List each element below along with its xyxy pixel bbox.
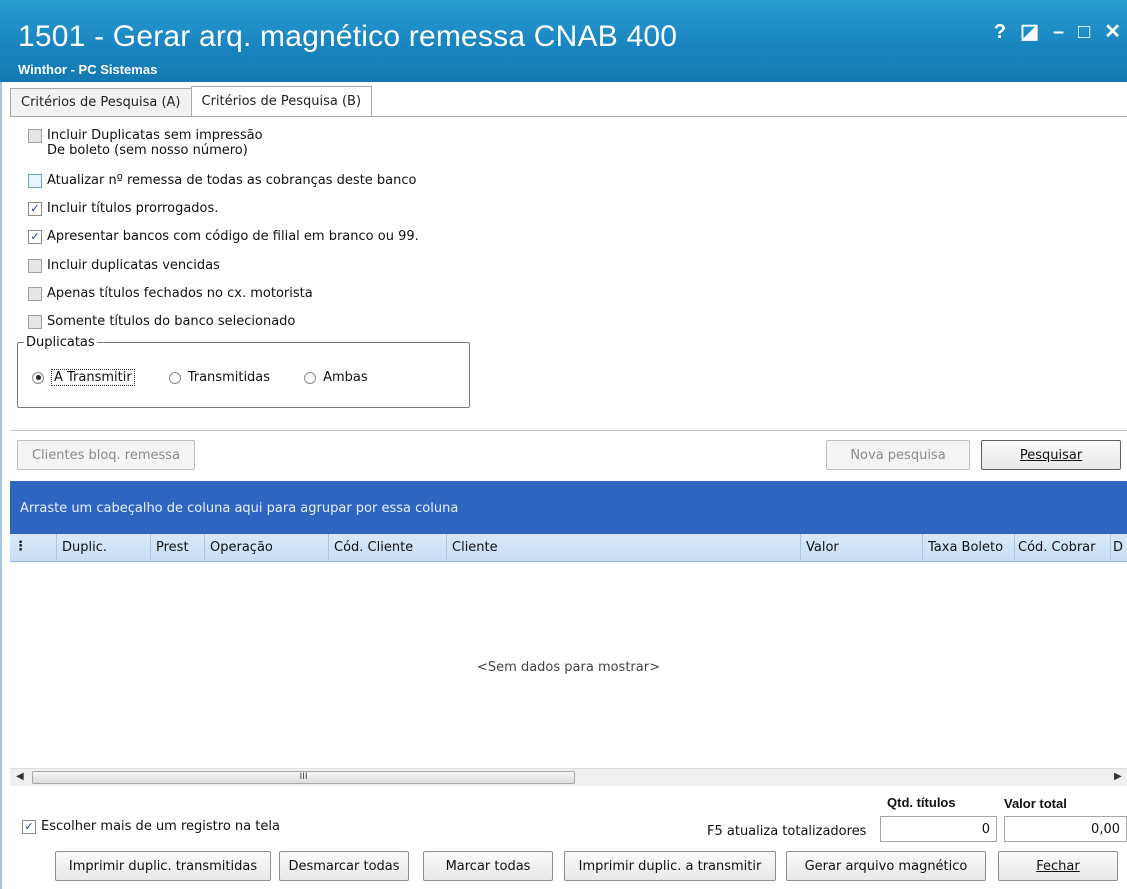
option-fechados-motorista[interactable]: Apenas títulos fechados no cx. motorista (28, 286, 313, 301)
radio-selected[interactable] (32, 371, 44, 384)
column-header-cod-cobrar[interactable]: Cód. Cobrar (1018, 540, 1096, 555)
gerar-arquivo-button[interactable]: Gerar arquivo magnético (786, 851, 986, 881)
fechar-button[interactable]: Fechar (998, 851, 1118, 881)
tab-strip: Critérios de Pesquisa (A) Critérios de P… (10, 86, 373, 116)
section-divider (10, 430, 1127, 431)
imprimir-transmitidas-button[interactable]: Imprimir duplic. transmitidas (55, 851, 271, 881)
radio-ambas[interactable]: Ambas (304, 370, 368, 385)
option-label: Apenas títulos fechados no cx. motorista (47, 286, 313, 301)
title-bar: 1501 - Gerar arq. magnético remessa CNAB… (0, 0, 1127, 82)
column-header-prest[interactable]: Prest (156, 540, 189, 555)
checkbox[interactable] (28, 287, 42, 301)
checkbox-checked[interactable]: ✓ (22, 820, 36, 834)
nova-pesquisa-button[interactable]: Nova pesquisa (826, 440, 970, 470)
group-hint-text: Arraste um cabeçalho de coluna aqui para… (20, 501, 459, 516)
column-divider (56, 534, 57, 562)
column-header-taxa-boleto[interactable]: Taxa Boleto (928, 540, 1003, 555)
checkbox[interactable] (28, 315, 42, 329)
column-header-cod-cliente[interactable]: Cód. Cliente (334, 540, 413, 555)
radio-label: Transmitidas (187, 370, 271, 385)
option-somente-banco[interactable]: Somente títulos do banco selecionado (28, 314, 295, 329)
minimize-icon[interactable]: – (1053, 22, 1064, 42)
tab-criterios-b[interactable]: Critérios de Pesquisa (B) (190, 86, 373, 116)
restore-icon[interactable]: ◪ (1020, 22, 1039, 42)
tab-divider (10, 116, 1127, 117)
column-header-operacao[interactable]: Operação (210, 540, 273, 555)
scroll-thumb[interactable]: III (32, 771, 575, 784)
column-divider (1110, 534, 1111, 562)
maximize-icon[interactable]: □ (1078, 22, 1090, 42)
button-label: Pesquisar (1019, 447, 1083, 463)
scroll-left-icon[interactable]: ◀ (16, 771, 24, 782)
desmarcar-todas-button[interactable]: Desmarcar todas (279, 851, 409, 881)
valor-total-field: 0,00 (1004, 816, 1127, 842)
column-header-duplic[interactable]: Duplic. (62, 540, 107, 555)
radio[interactable] (168, 371, 181, 384)
grid-body[interactable]: <Sem dados para mostrar> (10, 562, 1127, 768)
qtd-titulos-label: Qtd. títulos (887, 795, 956, 810)
option-label: Incluir duplicatas vencidas (47, 258, 220, 273)
option-apresentar-bancos[interactable]: ✓ Apresentar bancos com código de filial… (28, 229, 419, 244)
f5-hint: F5 atualiza totalizadores (707, 824, 867, 839)
imprimir-a-transmitir-button[interactable]: Imprimir duplic. a transmitir (564, 851, 776, 881)
tab-criterios-a[interactable]: Critérios de Pesquisa (A) (10, 88, 192, 116)
option-label: Escolher mais de um registro na tela (41, 819, 280, 834)
group-legend: Duplicatas (24, 335, 97, 350)
column-divider (328, 534, 329, 562)
column-divider (204, 534, 205, 562)
option-incluir-vencidas[interactable]: Incluir duplicatas vencidas (28, 258, 220, 273)
column-divider (922, 534, 923, 562)
column-chooser-icon[interactable]: ⋮ (14, 539, 27, 554)
option-label: Incluir Duplicatas sem impressão (47, 128, 263, 143)
radio-label: Ambas (323, 370, 368, 385)
duplicatas-group: Duplicatas A Transmitir Transmitidas Amb… (17, 335, 470, 408)
help-icon[interactable]: ? (994, 22, 1006, 42)
option-label: Incluir títulos prorrogados. (47, 201, 219, 216)
option-label: Atualizar nº remessa de todas as cobranç… (47, 173, 417, 188)
horizontal-scrollbar[interactable]: ◀ III ▶ (10, 768, 1127, 786)
checkbox[interactable] (28, 259, 42, 273)
checkbox-checked[interactable]: ✓ (28, 202, 42, 216)
button-label: Fechar (1036, 858, 1080, 874)
marcar-todas-button[interactable]: Marcar todas (423, 851, 553, 881)
radio[interactable] (304, 371, 317, 384)
valor-total-label: Valor total (1004, 796, 1067, 811)
clientes-bloq-remessa-button[interactable]: Clientes bloq. remessa (17, 440, 195, 470)
option-label: Apresentar bancos com código de filial e… (47, 229, 419, 244)
grid-header: ⋮ Duplic. Prest Operação Cód. Cliente Cl… (10, 534, 1127, 562)
column-header-valor[interactable]: Valor (806, 540, 839, 555)
option-label: Somente títulos do banco selecionado (47, 314, 296, 329)
window-subtitle: Winthor - PC Sistemas (18, 62, 158, 77)
multi-select-option[interactable]: ✓ Escolher mais de um registro na tela (22, 819, 280, 834)
option-atualizar-remessa[interactable]: Atualizar nº remessa de todas as cobranç… (28, 173, 416, 188)
radio-label: A Transmitir (51, 369, 135, 386)
column-header-cliente[interactable]: Cliente (452, 540, 498, 555)
checkbox[interactable] (28, 174, 42, 188)
option-label-line2: De boleto (sem nosso número) (47, 143, 248, 158)
column-header-d[interactable]: D (1113, 540, 1123, 555)
column-divider (446, 534, 447, 562)
option-incluir-sem-impressao[interactable]: Incluir Duplicatas sem impressão De bole… (28, 128, 263, 158)
pesquisar-button[interactable]: Pesquisar (981, 440, 1121, 470)
checkbox-checked[interactable]: ✓ (28, 230, 42, 244)
column-divider (1014, 534, 1015, 562)
column-divider (800, 534, 801, 562)
qtd-titulos-field: 0 (880, 816, 997, 842)
scroll-right-icon[interactable]: ▶ (1114, 771, 1122, 782)
window-title: 1501 - Gerar arq. magnético remessa CNAB… (18, 20, 678, 53)
radio-a-transmitir[interactable]: A Transmitir (32, 369, 135, 386)
close-icon[interactable]: ✕ (1104, 22, 1121, 42)
radio-transmitidas[interactable]: Transmitidas (168, 370, 271, 385)
group-by-panel[interactable]: Arraste um cabeçalho de coluna aqui para… (10, 481, 1127, 534)
window-border (0, 82, 2, 889)
empty-grid-message: <Sem dados para mostrar> (477, 660, 660, 675)
checkbox[interactable] (28, 129, 42, 143)
column-divider (150, 534, 151, 562)
option-incluir-prorrogados[interactable]: ✓ Incluir títulos prorrogados. (28, 201, 218, 216)
